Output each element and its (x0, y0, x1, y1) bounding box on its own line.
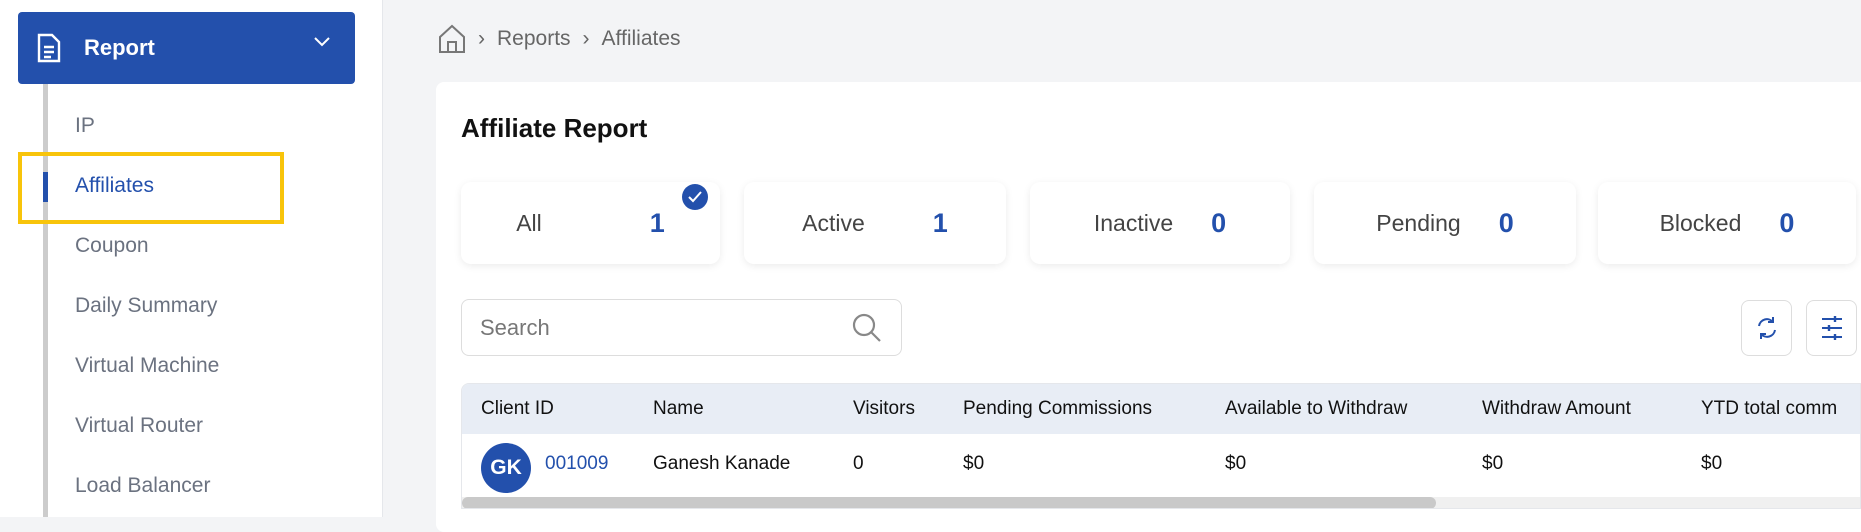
stat-card-inactive[interactable]: Inactive 0 (1030, 182, 1290, 264)
sliders-icon (1821, 316, 1842, 340)
sidebar-item-coupon[interactable]: Coupon (75, 234, 149, 258)
sidebar: Report IP Affiliates Coupon Daily Summar… (0, 0, 383, 517)
cell-ytd-total: $0 (1701, 453, 1723, 474)
search-input[interactable] (480, 314, 851, 341)
stat-label: Inactive (1093, 209, 1174, 236)
horizontal-scrollbar-thumb[interactable] (462, 497, 1436, 508)
menu-tree-line (43, 84, 48, 517)
cell-pending-commissions: $0 (963, 453, 985, 474)
affiliates-table: Client ID Name Visitors Pending Commissi… (461, 383, 1861, 509)
breadcrumb-separator: › (478, 27, 485, 50)
search-box (461, 299, 902, 356)
filter-button[interactable] (1806, 300, 1857, 356)
stat-label: All (516, 209, 542, 236)
sidebar-item-load-balancer[interactable]: Load Balancer (75, 474, 210, 498)
column-header-client-id[interactable]: Client ID (481, 398, 554, 420)
column-header-ytd-total[interactable]: YTD total comm (1701, 398, 1837, 420)
stat-card-pending[interactable]: Pending 0 (1314, 182, 1576, 264)
client-id-link[interactable]: 001009 (545, 453, 608, 475)
cell-visitors: 0 (853, 453, 864, 474)
stat-card-blocked[interactable]: Blocked 0 (1598, 182, 1856, 264)
search-icon[interactable] (851, 312, 883, 344)
avatar: GK (481, 443, 531, 493)
report-menu-label: Report (84, 35, 155, 60)
refresh-button[interactable] (1741, 300, 1792, 356)
sidebar-item-virtual-machine[interactable]: Virtual Machine (75, 354, 219, 378)
stat-label: Blocked (1659, 209, 1742, 236)
stat-value: 0 (1779, 207, 1795, 238)
cell-withdraw-amount: $0 (1482, 453, 1504, 474)
home-icon[interactable] (438, 24, 466, 54)
stat-card-all[interactable]: All 1 (461, 182, 720, 264)
sidebar-item-virtual-router[interactable]: Virtual Router (75, 414, 203, 438)
report-menu-toggle[interactable]: Report (18, 12, 355, 84)
column-header-pending-commissions[interactable]: Pending Commissions (963, 398, 1152, 420)
sidebar-item-daily-summary[interactable]: Daily Summary (75, 294, 217, 318)
sidebar-item-ip[interactable]: IP (75, 114, 95, 138)
column-header-withdraw-amount[interactable]: Withdraw Amount (1482, 398, 1631, 420)
stat-label: Active (802, 209, 865, 236)
cell-available-to-withdraw: $0 (1225, 453, 1247, 474)
column-header-name[interactable]: Name (653, 398, 704, 420)
breadcrumb-reports[interactable]: Reports (497, 27, 571, 51)
stat-value: 1 (649, 207, 665, 238)
highlight-box (18, 152, 284, 224)
stat-value: 1 (932, 207, 948, 238)
document-icon (37, 33, 61, 63)
stat-value: 0 (1211, 207, 1227, 238)
column-header-available-to-withdraw[interactable]: Available to Withdraw (1225, 398, 1407, 420)
cell-name: Ganesh Kanade (653, 453, 791, 474)
refresh-icon (1757, 317, 1776, 339)
stat-label: Pending (1376, 209, 1461, 236)
column-header-visitors[interactable]: Visitors (853, 398, 915, 420)
chevron-down-icon (314, 37, 330, 47)
breadcrumb-separator: › (582, 27, 590, 50)
breadcrumb-affiliates: Affiliates (601, 27, 681, 50)
breadcrumb: › Reports › Affiliates (438, 24, 681, 54)
stat-value: 0 (1498, 207, 1514, 238)
page-title: Affiliate Report (461, 113, 648, 143)
check-icon (682, 184, 708, 210)
stat-card-active[interactable]: Active 1 (744, 182, 1006, 264)
